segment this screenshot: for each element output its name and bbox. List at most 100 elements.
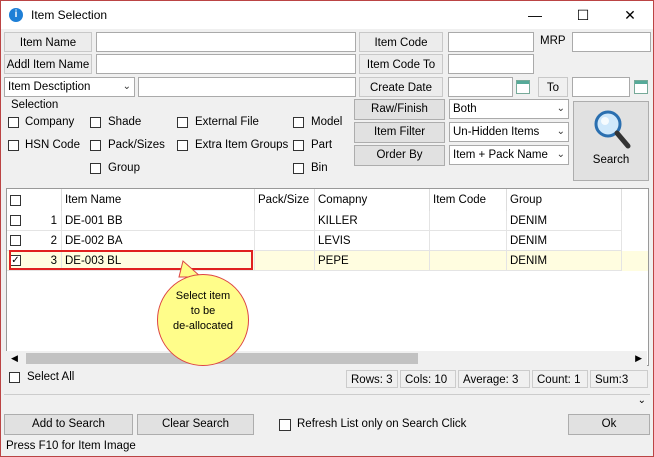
calendar-icon[interactable] [634, 80, 648, 94]
scroll-left-icon[interactable]: ◀ [11, 351, 18, 366]
search-label: Search [592, 154, 630, 166]
group-cell[interactable]: DENIM [507, 231, 622, 251]
items-grid: Item Name Pack/Size Comapny Item Code Gr… [6, 188, 649, 366]
search-button[interactable]: Search [573, 101, 649, 181]
create-date-to-input[interactable] [572, 77, 630, 97]
chevron-down-icon: ⌄ [556, 149, 565, 160]
horizontal-scrollbar[interactable]: ◀ ▶ [6, 351, 647, 366]
company-cell[interactable]: KILLER [315, 211, 430, 231]
order-by-button[interactable]: Order By [354, 145, 445, 166]
item-code-from-label: Item Code From [359, 32, 443, 69]
row-highlight-box [9, 250, 253, 270]
header-select-checkbox[interactable] [10, 195, 21, 206]
callout-line-2: to be [190, 305, 216, 317]
item-filter-value: Un-Hidden Items [453, 126, 540, 138]
group-cell[interactable]: DENIM [507, 211, 622, 231]
company-label: Company [25, 116, 75, 128]
column-header-pack-size[interactable]: Pack/Size [255, 189, 315, 211]
column-header-item-code[interactable]: Item Code [430, 189, 507, 211]
status-hint: Press F10 for Item Image [6, 440, 136, 452]
item-filter-dropdown[interactable]: Un-Hidden Items ⌄ [449, 122, 569, 142]
clear-search-button[interactable]: Clear Search [137, 414, 254, 435]
chevron-down-icon: ⌄ [122, 81, 131, 92]
item-name-input[interactable] [96, 32, 356, 52]
company-cell[interactable]: LEVIS [315, 231, 430, 251]
addl-item-name-label: Addl Item Name [4, 54, 92, 74]
refresh-list-label: Refresh List only on Search Click [297, 418, 467, 430]
ok-button[interactable]: Ok [568, 414, 650, 435]
pack-size-cell[interactable] [255, 251, 315, 271]
pack-size-cell[interactable] [255, 231, 315, 251]
item-code-cell[interactable] [430, 211, 507, 231]
refresh-list-checkbox[interactable] [279, 419, 291, 431]
column-header-item-name[interactable]: Item Name [62, 189, 255, 211]
mrp-input[interactable] [572, 32, 651, 52]
addl-item-name-input[interactable] [96, 54, 356, 74]
pack-sizes-checkbox[interactable] [90, 140, 101, 151]
item-code-from-input[interactable] [448, 32, 534, 52]
table-row[interactable]: 1 DE-001 BB KILLER DENIM [7, 211, 648, 231]
group-label: Group [108, 162, 140, 174]
hsn-code-label: HSN Code [25, 139, 80, 151]
external-file-checkbox[interactable] [177, 117, 188, 128]
collapse-bar[interactable]: ⌄ [4, 394, 650, 410]
item-selection-window: i Item Selection — ☐ ✕ Item Name Item Co… [0, 0, 654, 457]
select-all-checkbox[interactable] [9, 372, 20, 383]
column-header-group[interactable]: Group [507, 189, 622, 211]
callout-line-3: de-allocated [173, 320, 233, 332]
create-date-from-input[interactable] [448, 77, 513, 97]
group-cell[interactable]: DENIM [507, 251, 622, 271]
bin-label: Bin [311, 162, 328, 174]
mrp-label: MRP [540, 35, 566, 47]
pack-sizes-label: Pack/Sizes [108, 139, 165, 151]
model-label: Model [311, 116, 343, 128]
create-date-label: Create Date [359, 77, 443, 97]
raw-finish-button[interactable]: Raw/Finish [354, 99, 445, 120]
add-to-search-button[interactable]: Add to Search [4, 414, 133, 435]
company-checkbox[interactable] [8, 117, 19, 128]
hsn-code-checkbox[interactable] [8, 140, 19, 151]
bin-checkbox[interactable] [293, 163, 304, 174]
calendar-icon[interactable] [516, 80, 530, 94]
to-label: To [538, 77, 568, 97]
item-filter-button[interactable]: Item Filter [354, 122, 445, 143]
item-description-input[interactable] [138, 77, 356, 97]
item-code-to-input[interactable] [448, 54, 534, 74]
chevron-down-icon[interactable]: ⌄ [638, 395, 646, 406]
status-count: Count: 1 [532, 370, 588, 388]
status-cols: Cols: 10 [400, 370, 456, 388]
row-checkbox[interactable] [10, 235, 21, 246]
part-checkbox[interactable] [293, 140, 304, 151]
order-by-dropdown[interactable]: Item + Pack Name ⌄ [449, 145, 569, 165]
column-header-company[interactable]: Comapny [315, 189, 430, 211]
extra-item-groups-checkbox[interactable] [177, 140, 188, 151]
item-name-cell[interactable]: DE-002 BA [62, 231, 255, 251]
shade-checkbox[interactable] [90, 117, 101, 128]
order-by-value: Item + Pack Name [453, 149, 548, 161]
row-select-cell: 1 [7, 211, 62, 231]
row-number: 2 [50, 235, 57, 247]
model-checkbox[interactable] [293, 117, 304, 128]
select-all-label: Select All [27, 371, 75, 383]
item-code-to-label: Item Code To [359, 54, 443, 74]
part-label: Part [311, 139, 333, 151]
shade-label: Shade [108, 116, 142, 128]
item-name-cell[interactable]: DE-001 BB [62, 211, 255, 231]
company-cell[interactable]: PEPE [315, 251, 430, 271]
pack-size-cell[interactable] [255, 211, 315, 231]
item-name-label: Item Name [4, 32, 92, 52]
group-checkbox[interactable] [90, 163, 101, 174]
close-button[interactable]: ✕ [610, 5, 650, 25]
row-checkbox[interactable] [10, 215, 21, 226]
table-row[interactable]: 2 DE-002 BA LEVIS DENIM [7, 231, 648, 251]
item-code-cell[interactable] [430, 251, 507, 271]
minimize-button[interactable]: — [515, 5, 555, 25]
item-code-cell[interactable] [430, 231, 507, 251]
raw-finish-dropdown[interactable]: Both ⌄ [449, 99, 569, 119]
maximize-button[interactable]: ☐ [563, 5, 603, 25]
item-description-dropdown[interactable]: Item Desctiption ⌄ [4, 77, 135, 97]
scroll-right-icon[interactable]: ▶ [635, 351, 642, 366]
callout-bubble: Select item to be de-allocated [157, 274, 249, 366]
window-title: Item Selection [31, 8, 108, 22]
status-average: Average: 3 [458, 370, 530, 388]
